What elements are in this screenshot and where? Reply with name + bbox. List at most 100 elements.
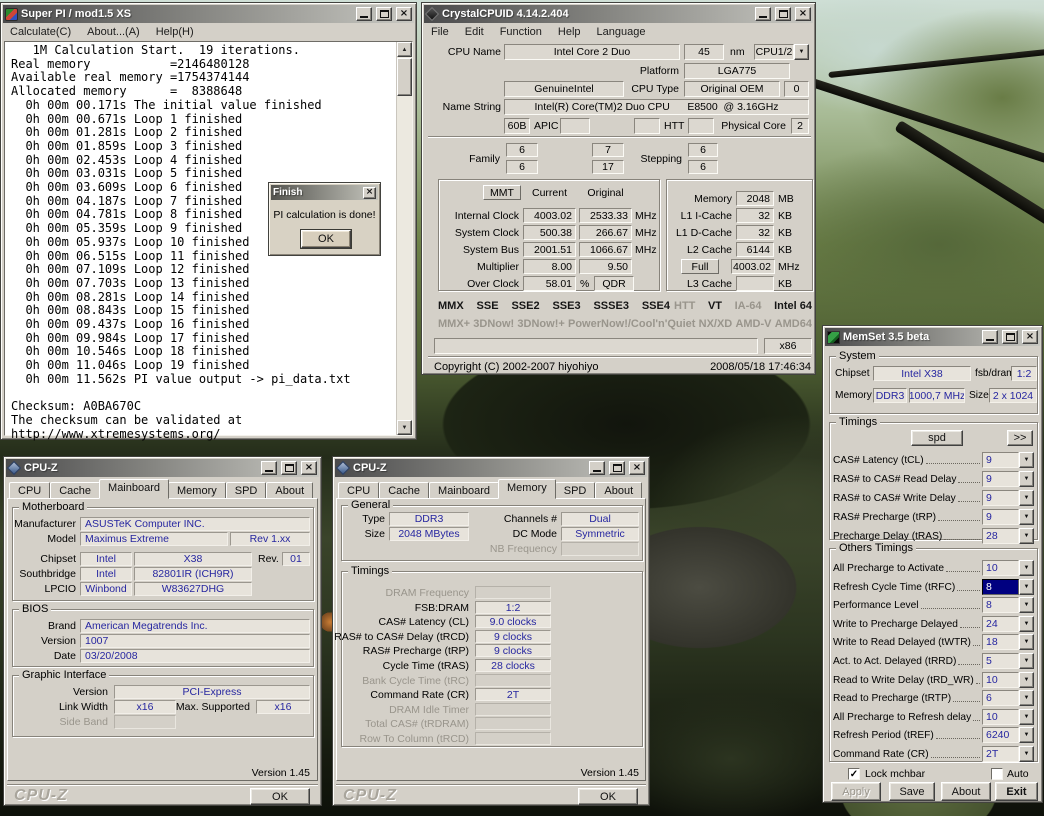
timing-select[interactable]: 8▼ [982, 597, 1034, 613]
chevron-down-icon[interactable]: ▼ [1019, 560, 1034, 576]
timing-row: Write to Read Delayed (tWTR)18▼ [833, 634, 1034, 650]
timing-select[interactable]: 28▼ [982, 528, 1034, 544]
minimize-button[interactable] [261, 461, 277, 475]
chevron-down-icon[interactable]: ▼ [1019, 616, 1034, 632]
southbridge-label: Southbridge [12, 567, 76, 581]
timing-select[interactable]: 6240▼ [982, 727, 1034, 743]
close-button[interactable]: × [795, 7, 811, 21]
size-label: Size [353, 527, 385, 541]
close-button[interactable]: × [629, 461, 645, 475]
chevron-down-icon[interactable]: ▼ [794, 44, 809, 60]
lock-mchbar-checkbox[interactable]: ✓ [848, 768, 860, 780]
minimize-button[interactable] [356, 7, 372, 21]
timing-row: CAS# Latency (tCL)9▼ [833, 452, 1034, 468]
tab-cache[interactable]: Cache [50, 482, 100, 499]
about-button[interactable]: About [941, 782, 991, 801]
scroll-down-button[interactable]: ▼ [397, 420, 412, 435]
timing-select[interactable]: 10▼ [982, 560, 1034, 576]
chevron-down-icon[interactable]: ▼ [1019, 597, 1034, 613]
timing-select[interactable]: 2T▼ [982, 746, 1034, 762]
chevron-down-icon[interactable]: ▼ [1019, 653, 1034, 669]
minimize-button[interactable] [982, 330, 998, 344]
timing-select[interactable]: 18▼ [982, 634, 1034, 650]
tab-about[interactable]: About [595, 482, 642, 499]
tab-mainboard[interactable]: Mainboard [99, 479, 169, 499]
chevron-down-icon[interactable]: ▼ [1019, 509, 1034, 525]
menu-abouta[interactable]: About...(A) [87, 26, 140, 38]
timing-select[interactable]: 9▼ [982, 471, 1034, 487]
ok-button[interactable]: OK [301, 230, 351, 248]
tab-memory[interactable]: Memory [498, 479, 556, 499]
window-title: CPU-Z [353, 462, 585, 474]
timing-select-value: 8 [982, 597, 1019, 613]
tab-about[interactable]: About [266, 482, 313, 499]
timing-select[interactable]: 8▼ [982, 579, 1034, 595]
cpu-select-dropdown[interactable]: CPU1/2 ▼ [754, 44, 809, 60]
timing-select[interactable]: 9▼ [982, 452, 1034, 468]
chevron-down-icon[interactable]: ▼ [1019, 490, 1034, 506]
mmt-button[interactable]: MMT [483, 185, 521, 200]
chevron-down-icon[interactable]: ▼ [1019, 672, 1034, 688]
ok-button[interactable]: OK [578, 788, 638, 805]
timing-select[interactable]: 24▼ [982, 616, 1034, 632]
tab-cpu[interactable]: CPU [338, 482, 379, 499]
tab-mainboard[interactable]: Mainboard [429, 482, 499, 499]
chevron-down-icon[interactable]: ▼ [1019, 690, 1034, 706]
timing-select[interactable]: 10▼ [982, 672, 1034, 688]
maximize-button[interactable] [609, 461, 625, 475]
apply-button[interactable]: Apply [831, 782, 881, 801]
close-button[interactable]: × [363, 187, 376, 199]
timing-select[interactable]: 9▼ [982, 490, 1034, 506]
finish-dialog-titlebar[interactable]: Finish × [271, 185, 378, 200]
maximize-button[interactable] [1002, 330, 1018, 344]
ok-button[interactable]: OK [250, 788, 310, 805]
superpi-titlebar[interactable]: Super PI / mod1.5 XS × [3, 5, 414, 23]
tab-cpu[interactable]: CPU [9, 482, 50, 499]
tab-cache[interactable]: Cache [379, 482, 429, 499]
maximize-button[interactable] [775, 7, 791, 21]
menu-help[interactable]: Help [558, 26, 581, 38]
auto-checkbox[interactable] [991, 768, 1003, 780]
chevron-down-icon[interactable]: ▼ [1019, 579, 1034, 595]
tab-spd[interactable]: SPD [226, 482, 267, 499]
menu-edit[interactable]: Edit [465, 26, 484, 38]
menu-helph[interactable]: Help(H) [156, 26, 194, 38]
close-button[interactable]: × [396, 7, 412, 21]
memset-titlebar[interactable]: MemSet 3.5 beta × [825, 328, 1040, 346]
chevron-down-icon[interactable]: ▼ [1019, 709, 1034, 725]
close-button[interactable]: × [301, 461, 317, 475]
expand-button[interactable]: >> [1007, 430, 1033, 446]
chevron-down-icon[interactable]: ▼ [1019, 746, 1034, 762]
chevron-down-icon[interactable]: ▼ [1019, 727, 1034, 743]
timing-select[interactable]: 6▼ [982, 690, 1034, 706]
menu-function[interactable]: Function [500, 26, 542, 38]
tab-memory[interactable]: Memory [168, 482, 226, 499]
minimize-button[interactable] [755, 7, 771, 21]
exit-button[interactable]: Exit [995, 782, 1038, 801]
timing-select[interactable]: 10▼ [982, 709, 1034, 725]
minimize-button[interactable] [589, 461, 605, 475]
maximize-button[interactable] [376, 7, 392, 21]
vertical-scrollbar[interactable]: ▲ ▼ [396, 42, 412, 435]
menu-language[interactable]: Language [597, 26, 646, 38]
maximize-button[interactable] [281, 461, 297, 475]
save-button[interactable]: Save [889, 782, 935, 801]
cpuz-titlebar[interactable]: CPU-Z × [335, 459, 647, 477]
scroll-up-button[interactable]: ▲ [397, 42, 412, 57]
menu-file[interactable]: File [431, 26, 449, 38]
tab-spd[interactable]: SPD [555, 482, 596, 499]
chevron-down-icon[interactable]: ▼ [1019, 528, 1034, 544]
spd-button[interactable]: spd [911, 430, 963, 446]
scroll-thumb[interactable] [397, 58, 412, 96]
menu-calculatec[interactable]: Calculate(C) [10, 26, 71, 38]
chipset-value: X38 [134, 552, 252, 566]
chevron-down-icon[interactable]: ▼ [1019, 471, 1034, 487]
crystalcpuid-titlebar[interactable]: CrystalCPUID 4.14.2.404 × [424, 5, 813, 23]
chevron-down-icon[interactable]: ▼ [1019, 452, 1034, 468]
close-button[interactable]: × [1022, 330, 1038, 344]
chevron-down-icon[interactable]: ▼ [1019, 634, 1034, 650]
timing-select[interactable]: 9▼ [982, 509, 1034, 525]
cpu-type-num-value: 0 [784, 81, 809, 97]
timing-select[interactable]: 5▼ [982, 653, 1034, 669]
cpuz-titlebar[interactable]: CPU-Z × [6, 459, 319, 477]
